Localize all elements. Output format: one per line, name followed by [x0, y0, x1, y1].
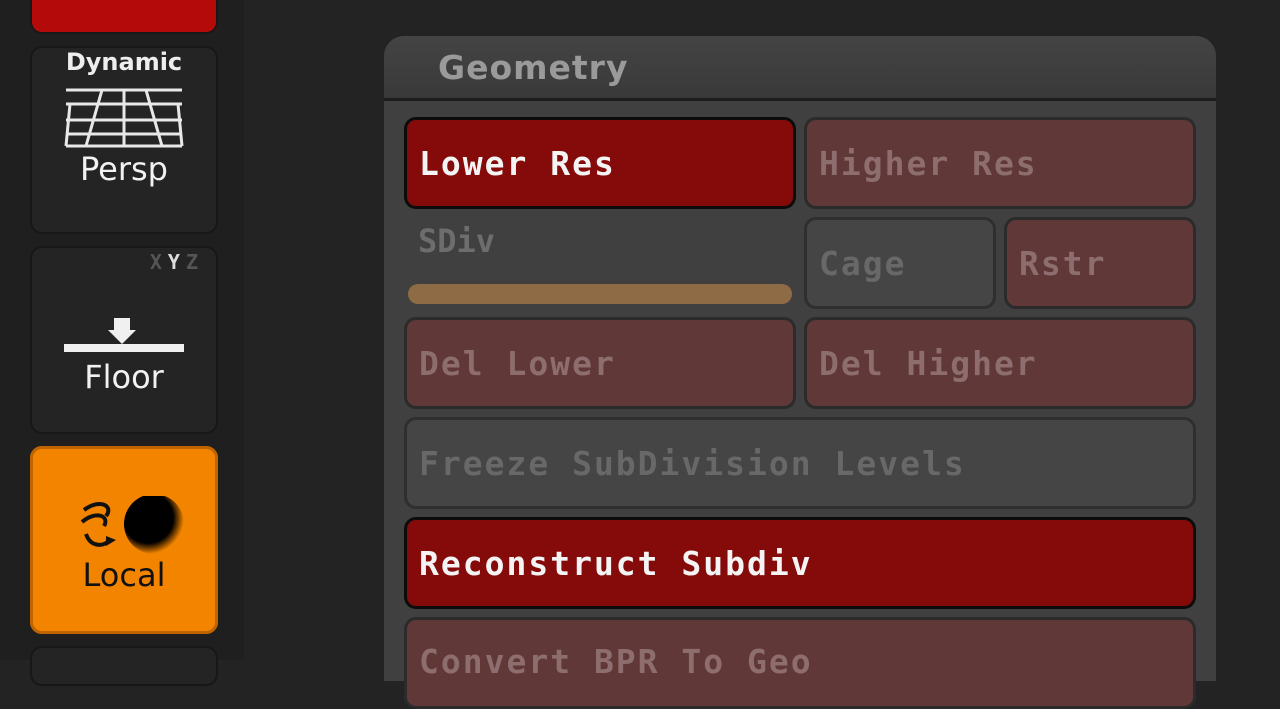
- persp-label: Persp: [80, 150, 168, 188]
- perspective-grid-icon: [64, 88, 184, 148]
- axis-z-toggle[interactable]: Z: [186, 250, 204, 274]
- local-label: Local: [82, 556, 166, 594]
- rstr-button[interactable]: Rstr: [1004, 217, 1196, 309]
- freeze-subdivision-levels-button[interactable]: Freeze SubDivision Levels: [404, 417, 1196, 509]
- palette-title: Geometry: [438, 48, 629, 87]
- lower-res-button[interactable]: Lower Res: [404, 117, 796, 209]
- reconstruct-subdiv-button[interactable]: Reconstruct Subdiv: [404, 517, 1196, 609]
- sdiv-slider[interactable]: [408, 284, 792, 304]
- higher-res-button[interactable]: Higher Res: [804, 117, 1196, 209]
- cage-button[interactable]: Cage: [804, 217, 996, 309]
- shelf-button-next[interactable]: [30, 646, 218, 686]
- floor-icon: [64, 318, 184, 352]
- axis-y-toggle[interactable]: Y: [168, 250, 186, 274]
- local-button[interactable]: Local: [30, 446, 218, 634]
- convert-bpr-to-geo-button[interactable]: Convert BPR To Geo: [404, 617, 1196, 709]
- palette-header[interactable]: Geometry: [384, 36, 1216, 101]
- persp-button[interactable]: Dynamic Persp: [30, 46, 218, 234]
- floor-axes: XYZ: [150, 250, 204, 274]
- axis-x-toggle[interactable]: X: [150, 250, 168, 274]
- dynamic-label: Dynamic: [65, 48, 183, 76]
- shelf-button-red[interactable]: [30, 0, 218, 34]
- floor-label: Floor: [84, 358, 164, 396]
- del-higher-button[interactable]: Del Higher: [804, 317, 1196, 409]
- del-lower-button[interactable]: Del Lower: [404, 317, 796, 409]
- floor-button[interactable]: XYZ Floor: [30, 246, 218, 434]
- sdiv-label: SDiv: [418, 222, 496, 260]
- left-shelf: Dynamic Persp XYZ Floor Local: [0, 0, 244, 686]
